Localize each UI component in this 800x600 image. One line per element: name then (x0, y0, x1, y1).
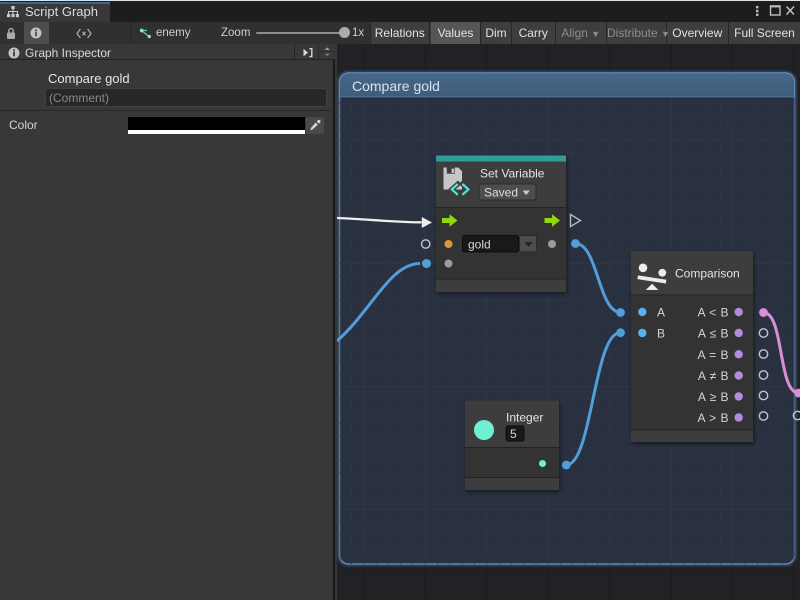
svg-text:Comparison: Comparison (675, 267, 740, 281)
svg-text:Compare gold: Compare gold (352, 78, 440, 94)
svg-text:A: A (657, 306, 665, 320)
svg-text:A ≠ B: A ≠ B (698, 369, 729, 383)
svg-text:A < B: A < B (697, 306, 729, 320)
svg-text:Integer: Integer (506, 411, 543, 425)
svg-text:5: 5 (510, 427, 517, 441)
svg-text:A > B: A > B (697, 411, 729, 425)
svg-text:Set Variable: Set Variable (480, 167, 545, 181)
svg-text:A = B: A = B (697, 348, 729, 362)
svg-text:Saved: Saved (484, 186, 518, 200)
svg-text:gold: gold (468, 238, 491, 252)
svg-text:B: B (657, 327, 665, 341)
svg-text:A ≥ B: A ≥ B (698, 390, 729, 404)
svg-text:A ≤ B: A ≤ B (698, 327, 729, 341)
